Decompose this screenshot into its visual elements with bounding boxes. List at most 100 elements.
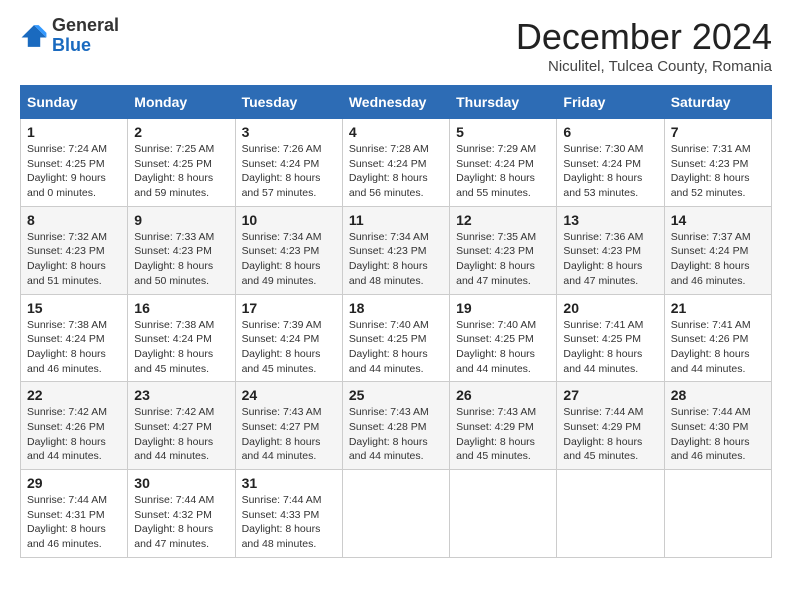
weekday-header-tuesday: Tuesday	[235, 86, 342, 119]
calendar-cell: 7 Sunrise: 7:31 AMSunset: 4:23 PMDaylight…	[664, 119, 771, 207]
day-info: Sunrise: 7:44 AMSunset: 4:29 PMDaylight:…	[563, 405, 657, 464]
day-info: Sunrise: 7:44 AMSunset: 4:32 PMDaylight:…	[134, 493, 228, 552]
calendar-week-row: 15Sunrise: 7:38 AMSunset: 4:24 PMDayligh…	[21, 294, 772, 382]
calendar-cell: 8 Sunrise: 7:32 AMSunset: 4:23 PMDaylight…	[21, 206, 128, 294]
day-info: Sunrise: 7:40 AMSunset: 4:25 PMDaylight:…	[349, 318, 443, 377]
calendar-cell: 22 Sunrise: 7:42 AMSunset: 4:26 PMDayligh…	[21, 382, 128, 470]
day-number: 27	[563, 387, 657, 403]
day-number: 2	[134, 124, 228, 140]
calendar-cell: 2 Sunrise: 7:25 AMSunset: 4:25 PMDaylight…	[128, 119, 235, 207]
day-number: 1	[27, 124, 121, 140]
day-info: Sunrise: 7:44 AMSunset: 4:33 PMDaylight:…	[242, 493, 336, 552]
day-info: Sunrise: 7:42 AMSunset: 4:27 PMDaylight:…	[134, 405, 228, 464]
day-info: Sunrise: 7:41 AMSunset: 4:25 PMDaylight:…	[563, 318, 657, 377]
calendar-cell	[557, 470, 664, 558]
day-number: 29	[27, 475, 121, 491]
day-info: Sunrise: 7:28 AMSunset: 4:24 PMDaylight:…	[349, 142, 443, 201]
calendar-week-row: 22 Sunrise: 7:42 AMSunset: 4:26 PMDayligh…	[21, 382, 772, 470]
day-number: 6	[563, 124, 657, 140]
day-info: Sunrise: 7:31 AMSunset: 4:23 PMDaylight:…	[671, 142, 765, 201]
calendar-week-row: 8 Sunrise: 7:32 AMSunset: 4:23 PMDaylight…	[21, 206, 772, 294]
day-info: Sunrise: 7:41 AMSunset: 4:26 PMDaylight:…	[671, 318, 765, 377]
calendar-cell: 13Sunrise: 7:36 AMSunset: 4:23 PMDayligh…	[557, 206, 664, 294]
day-info: Sunrise: 7:43 AMSunset: 4:27 PMDaylight:…	[242, 405, 336, 464]
logo-text: General Blue	[52, 16, 119, 56]
day-info: Sunrise: 7:43 AMSunset: 4:29 PMDaylight:…	[456, 405, 550, 464]
calendar-cell: 3 Sunrise: 7:26 AMSunset: 4:24 PMDaylight…	[235, 119, 342, 207]
day-info: Sunrise: 7:39 AMSunset: 4:24 PMDaylight:…	[242, 318, 336, 377]
day-number: 23	[134, 387, 228, 403]
day-number: 11	[349, 212, 443, 228]
day-number: 10	[242, 212, 336, 228]
day-number: 31	[242, 475, 336, 491]
day-number: 4	[349, 124, 443, 140]
day-info: Sunrise: 7:25 AMSunset: 4:25 PMDaylight:…	[134, 142, 228, 201]
header: General Blue December 2024 Niculitel, Tu…	[20, 16, 772, 75]
day-number: 24	[242, 387, 336, 403]
day-info: Sunrise: 7:34 AMSunset: 4:23 PMDaylight:…	[349, 230, 443, 289]
calendar-cell: 12Sunrise: 7:35 AMSunset: 4:23 PMDayligh…	[450, 206, 557, 294]
day-number: 9	[134, 212, 228, 228]
day-number: 7	[671, 124, 765, 140]
weekday-header-thursday: Thursday	[450, 86, 557, 119]
calendar-cell: 19Sunrise: 7:40 AMSunset: 4:25 PMDayligh…	[450, 294, 557, 382]
day-info: Sunrise: 7:26 AMSunset: 4:24 PMDaylight:…	[242, 142, 336, 201]
day-number: 13	[563, 212, 657, 228]
calendar-cell: 10 Sunrise: 7:34 AMSunset: 4:23 PMDayligh…	[235, 206, 342, 294]
calendar-cell: 26 Sunrise: 7:43 AMSunset: 4:29 PMDayligh…	[450, 382, 557, 470]
calendar-cell: 23 Sunrise: 7:42 AMSunset: 4:27 PMDayligh…	[128, 382, 235, 470]
calendar-cell: 27 Sunrise: 7:44 AMSunset: 4:29 PMDayligh…	[557, 382, 664, 470]
day-number: 14	[671, 212, 765, 228]
day-number: 3	[242, 124, 336, 140]
calendar-cell: 25 Sunrise: 7:43 AMSunset: 4:28 PMDayligh…	[342, 382, 449, 470]
weekday-header-saturday: Saturday	[664, 86, 771, 119]
calendar-cell: 24 Sunrise: 7:43 AMSunset: 4:27 PMDayligh…	[235, 382, 342, 470]
day-info: Sunrise: 7:42 AMSunset: 4:26 PMDaylight:…	[27, 405, 121, 464]
calendar-week-row: 1 Sunrise: 7:24 AMSunset: 4:25 PMDaylight…	[21, 119, 772, 207]
day-info: Sunrise: 7:29 AMSunset: 4:24 PMDaylight:…	[456, 142, 550, 201]
calendar-cell: 4 Sunrise: 7:28 AMSunset: 4:24 PMDaylight…	[342, 119, 449, 207]
day-number: 17	[242, 300, 336, 316]
day-number: 26	[456, 387, 550, 403]
logo-blue: Blue	[52, 35, 91, 55]
calendar-week-row: 29 Sunrise: 7:44 AMSunset: 4:31 PMDayligh…	[21, 470, 772, 558]
day-info: Sunrise: 7:32 AMSunset: 4:23 PMDaylight:…	[27, 230, 121, 289]
day-info: Sunrise: 7:44 AMSunset: 4:31 PMDaylight:…	[27, 493, 121, 552]
day-number: 22	[27, 387, 121, 403]
calendar-cell: 14 Sunrise: 7:37 AMSunset: 4:24 PMDayligh…	[664, 206, 771, 294]
calendar-cell: 20Sunrise: 7:41 AMSunset: 4:25 PMDayligh…	[557, 294, 664, 382]
day-number: 18	[349, 300, 443, 316]
day-info: Sunrise: 7:43 AMSunset: 4:28 PMDaylight:…	[349, 405, 443, 464]
weekday-header-sunday: Sunday	[21, 86, 128, 119]
calendar-cell: 31 Sunrise: 7:44 AMSunset: 4:33 PMDayligh…	[235, 470, 342, 558]
day-info: Sunrise: 7:30 AMSunset: 4:24 PMDaylight:…	[563, 142, 657, 201]
calendar-cell: 6 Sunrise: 7:30 AMSunset: 4:24 PMDaylight…	[557, 119, 664, 207]
day-number: 5	[456, 124, 550, 140]
day-number: 30	[134, 475, 228, 491]
logo: General Blue	[20, 16, 119, 56]
weekday-header-row: SundayMondayTuesdayWednesdayThursdayFrid…	[21, 86, 772, 119]
calendar-cell: 29 Sunrise: 7:44 AMSunset: 4:31 PMDayligh…	[21, 470, 128, 558]
day-number: 28	[671, 387, 765, 403]
calendar-table: SundayMondayTuesdayWednesdayThursdayFrid…	[20, 85, 772, 558]
weekday-header-friday: Friday	[557, 86, 664, 119]
day-number: 19	[456, 300, 550, 316]
location: Niculitel, Tulcea County, Romania	[516, 58, 772, 75]
day-info: Sunrise: 7:34 AMSunset: 4:23 PMDaylight:…	[242, 230, 336, 289]
calendar-cell: 30 Sunrise: 7:44 AMSunset: 4:32 PMDayligh…	[128, 470, 235, 558]
calendar-cell: 5 Sunrise: 7:29 AMSunset: 4:24 PMDaylight…	[450, 119, 557, 207]
day-number: 25	[349, 387, 443, 403]
day-info: Sunrise: 7:44 AMSunset: 4:30 PMDaylight:…	[671, 405, 765, 464]
title-area: December 2024 Niculitel, Tulcea County, …	[516, 16, 772, 75]
calendar-cell	[342, 470, 449, 558]
day-info: Sunrise: 7:38 AMSunset: 4:24 PMDaylight:…	[27, 318, 121, 377]
day-info: Sunrise: 7:38 AMSunset: 4:24 PMDaylight:…	[134, 318, 228, 377]
day-info: Sunrise: 7:35 AMSunset: 4:23 PMDaylight:…	[456, 230, 550, 289]
weekday-header-monday: Monday	[128, 86, 235, 119]
day-info: Sunrise: 7:37 AMSunset: 4:24 PMDaylight:…	[671, 230, 765, 289]
day-number: 8	[27, 212, 121, 228]
calendar-cell	[664, 470, 771, 558]
calendar-cell: 9 Sunrise: 7:33 AMSunset: 4:23 PMDaylight…	[128, 206, 235, 294]
day-info: Sunrise: 7:24 AMSunset: 4:25 PMDaylight:…	[27, 142, 121, 201]
day-info: Sunrise: 7:33 AMSunset: 4:23 PMDaylight:…	[134, 230, 228, 289]
